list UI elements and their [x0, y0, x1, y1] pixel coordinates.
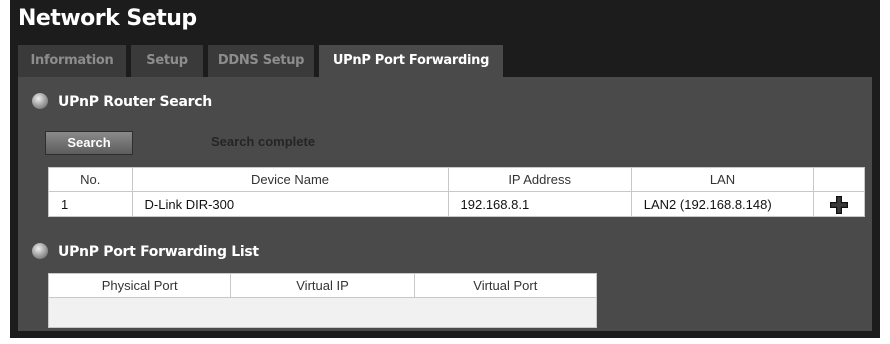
device-table: No. Device Name IP Address LAN 1 D-Link …: [48, 167, 865, 217]
cell-ip-address: 192.168.8.1: [447, 191, 632, 217]
column-header-lan: LAN: [630, 167, 815, 192]
column-header-action: [813, 167, 865, 192]
router-search-heading-text: UPnP Router Search: [58, 94, 212, 110]
cell-no: 1: [48, 191, 133, 217]
column-header-physical-port: Physical Port: [47, 273, 232, 298]
table-row[interactable]: 1 D-Link DIR-300 192.168.8.1 LAN2 (192.1…: [48, 191, 865, 217]
tab-setup[interactable]: Setup: [131, 45, 203, 77]
column-header-virtual-port: Virtual Port: [413, 273, 598, 298]
cell-device-name: D-Link DIR-300: [131, 191, 449, 217]
add-icon[interactable]: [829, 195, 849, 215]
search-status-text: Search complete: [211, 134, 316, 149]
cell-lan: LAN2 (192.168.8.148): [630, 191, 815, 217]
table-row-empty: [48, 297, 597, 328]
port-forwarding-heading: UPnP Port Forwarding List: [32, 240, 259, 264]
tab-upnp-port-forwarding[interactable]: UPnP Port Forwarding: [319, 45, 503, 77]
page-title: Network Setup: [18, 6, 197, 31]
cell-action: [813, 191, 865, 217]
upnp-panel: UPnP Router Search Search Search complet…: [18, 77, 872, 331]
column-header-ip-address: IP Address: [447, 167, 632, 192]
tab-ddns-setup[interactable]: DDNS Setup: [208, 45, 314, 77]
device-table-header: No. Device Name IP Address LAN: [48, 167, 865, 192]
router-search-heading: UPnP Router Search: [32, 90, 212, 114]
column-header-no: No.: [48, 167, 133, 192]
port-forwarding-table-header: Physical Port Virtual IP Virtual Port: [47, 273, 598, 298]
section-bullet-icon: [32, 93, 48, 109]
column-header-device-name: Device Name: [131, 167, 449, 192]
port-forwarding-table: Physical Port Virtual IP Virtual Port: [47, 273, 598, 328]
network-setup-window: Network Setup Information Setup DDNS Set…: [10, 0, 880, 338]
empty-cell: [48, 297, 597, 328]
column-header-virtual-ip: Virtual IP: [230, 273, 415, 298]
tab-information[interactable]: Information: [18, 45, 126, 77]
port-forwarding-heading-text: UPnP Port Forwarding List: [58, 244, 259, 260]
section-bullet-icon: [32, 243, 48, 259]
search-button[interactable]: Search: [45, 131, 133, 155]
